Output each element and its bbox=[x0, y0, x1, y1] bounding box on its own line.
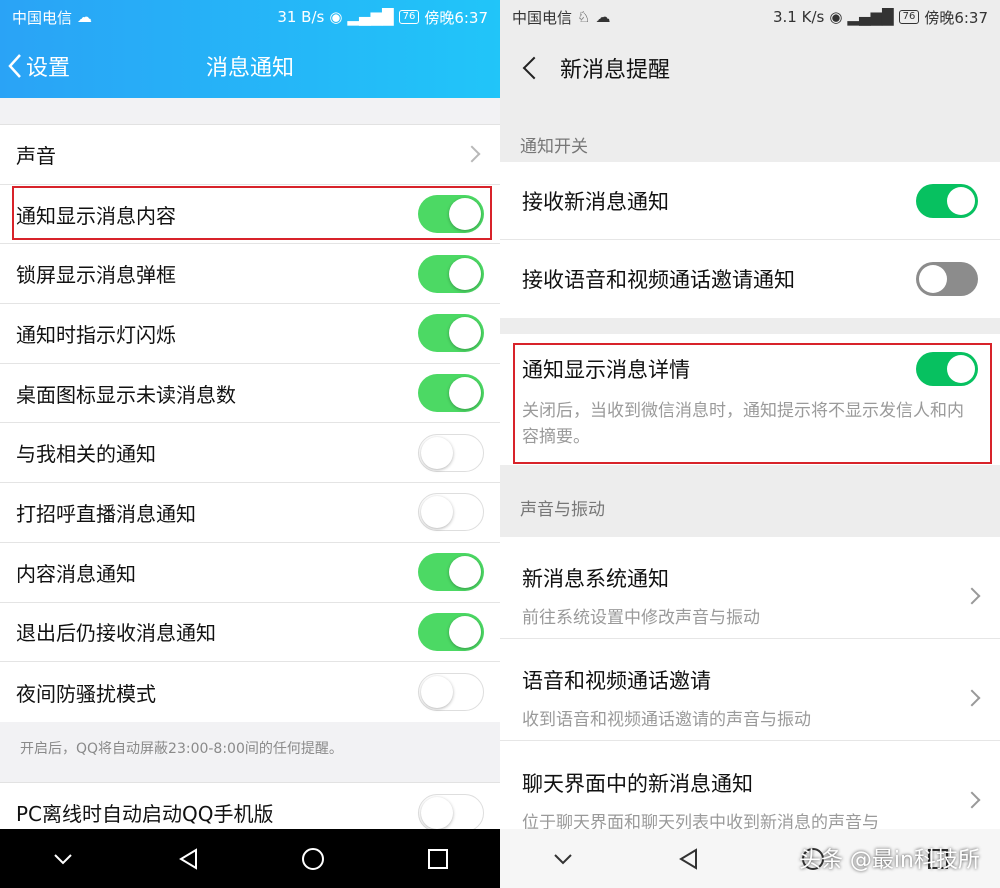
chevron-right-icon bbox=[963, 791, 981, 809]
settings-row-lockscreen-popup: 锁屏显示消息弹框 bbox=[0, 244, 500, 305]
android-nav-bar bbox=[0, 829, 500, 888]
watermark: 头条 @最in科技所 bbox=[798, 848, 980, 873]
toggle-switch[interactable] bbox=[916, 183, 978, 218]
back-triangle-icon[interactable] bbox=[668, 839, 708, 879]
status-bar: 中国电信 ☁ 31 B/s ◉ ▂▄▆█ 76 傍晚6:37 bbox=[0, 0, 500, 34]
toggle-switch[interactable] bbox=[418, 673, 484, 712]
home-circle-icon[interactable] bbox=[293, 839, 333, 879]
row-label: 内容消息通知 bbox=[16, 561, 136, 586]
row-title: 聊天界面中的新消息通知 bbox=[522, 771, 753, 796]
toggle-switch[interactable] bbox=[916, 262, 978, 296]
settings-row-receive-after-exit: 退出后仍接收消息通知 bbox=[0, 603, 500, 663]
settings-row-badge-count: 桌面图标显示未读消息数 bbox=[0, 364, 500, 424]
row-label: 接收新消息通知 bbox=[522, 189, 669, 214]
recents-square-icon[interactable] bbox=[418, 839, 458, 879]
page-title: 新消息提醒 bbox=[560, 58, 671, 83]
toggle-switch[interactable] bbox=[418, 374, 484, 413]
toggle-switch[interactable] bbox=[418, 433, 484, 472]
toggle-switch[interactable] bbox=[418, 612, 484, 651]
row-label: 打招呼直播消息通知 bbox=[16, 501, 196, 526]
chevron-right-icon bbox=[963, 587, 981, 604]
section-header-notify-switch: 通知开关 bbox=[520, 137, 588, 157]
row-subtitle: 前往系统设置中修改声音与振动 bbox=[522, 608, 760, 628]
toggle-switch[interactable] bbox=[418, 254, 484, 293]
row-label: 通知时指示灯闪烁 bbox=[16, 322, 176, 347]
wechat-header: 新消息提醒 bbox=[500, 34, 1000, 102]
row-label: PC离线时自动启动QQ手机版 bbox=[16, 802, 274, 827]
clock: 傍晚6:37 bbox=[924, 8, 988, 27]
wechat-settings-screen: 中国电信 ♘ ☁ 3.1 K/s ◉ ▂▄▆█ 76 傍晚6:37 新消息提醒 … bbox=[500, 0, 1000, 888]
row-label: 锁屏显示消息弹框 bbox=[16, 263, 176, 288]
chevron-left-icon bbox=[8, 54, 21, 78]
qq-header: 中国电信 ☁ 31 B/s ◉ ▂▄▆█ 76 傍晚6:37 设置 消息通知 bbox=[0, 0, 500, 98]
settings-row-voice-video: 接收语音和视频通话邀请通知 bbox=[500, 240, 1000, 318]
highlight-box bbox=[12, 186, 492, 240]
carrier-label: 中国电信 bbox=[512, 8, 573, 27]
signal-icon: ▂▄▆█ bbox=[347, 8, 394, 26]
back-button[interactable]: 设置 bbox=[8, 34, 70, 98]
cloud-icon: ☁ bbox=[77, 8, 93, 26]
cloud-icon: ☁ bbox=[595, 8, 611, 26]
row-subtitle: 收到语音和视频通话邀请的声音与振动 bbox=[522, 710, 811, 730]
qq-settings-screen: 中国电信 ☁ 31 B/s ◉ ▂▄▆█ 76 傍晚6:37 设置 消息通知 声… bbox=[0, 0, 500, 888]
eye-icon: ◉ bbox=[329, 8, 343, 26]
settings-row-content-notify: 内容消息通知 bbox=[0, 543, 500, 603]
toggle-switch[interactable] bbox=[418, 314, 484, 353]
settings-row-system-notify[interactable]: 新消息系统通知 前往系统设置中修改声音与振动 bbox=[500, 537, 1000, 639]
row-label: 夜间防骚扰模式 bbox=[16, 681, 156, 706]
back-arrow-icon[interactable] bbox=[522, 56, 546, 80]
toggle-switch[interactable] bbox=[418, 793, 484, 832]
wechat-sound-list: 新消息系统通知 前往系统设置中修改声音与振动 语音和视频通话邀请 收到语音和视频… bbox=[500, 537, 1000, 843]
status-bar: 中国电信 ♘ ☁ 3.1 K/s ◉ ▂▄▆█ 76 傍晚6:37 bbox=[500, 0, 1000, 34]
battery-icon: 76 bbox=[398, 10, 420, 24]
settings-row-chat-notify[interactable]: 聊天界面中的新消息通知 位于聊天界面和聊天列表中收到新消息的声音与 bbox=[500, 741, 1000, 843]
settings-row-related-notify: 与我相关的通知 bbox=[0, 423, 500, 484]
signal-icon: ▂▄▆█ bbox=[847, 8, 894, 26]
settings-row-call-invite[interactable]: 语音和视频通话邀请 收到语音和视频通话邀请的声音与振动 bbox=[500, 639, 1000, 741]
qq-penguin-icon: ♘ bbox=[577, 8, 591, 26]
wechat-switch-list: 接收新消息通知 接收语音和视频通话邀请通知 bbox=[500, 162, 1000, 318]
highlight-box bbox=[513, 343, 992, 464]
clock: 傍晚6:37 bbox=[424, 8, 488, 27]
network-speed: 3.1 K/s bbox=[773, 8, 825, 26]
page-title: 消息通知 bbox=[205, 56, 294, 81]
section-header-sound-vibration: 声音与振动 bbox=[520, 500, 605, 520]
settings-row-greeting-live: 打招呼直播消息通知 bbox=[0, 483, 500, 543]
row-title: 语音和视频通话邀请 bbox=[522, 669, 711, 693]
settings-row-receive-new: 接收新消息通知 bbox=[500, 162, 1000, 240]
network-speed: 31 B/s bbox=[277, 8, 325, 26]
chevron-right-icon bbox=[963, 689, 981, 706]
row-title: 新消息系统通知 bbox=[522, 567, 669, 591]
chevron-down-icon[interactable] bbox=[43, 839, 83, 879]
carrier-label: 中国电信 bbox=[12, 8, 73, 27]
back-triangle-icon[interactable] bbox=[168, 839, 208, 879]
row-label: 声音 bbox=[16, 143, 56, 168]
toggle-switch[interactable] bbox=[418, 553, 484, 592]
toggle-switch[interactable] bbox=[418, 493, 484, 532]
row-label: 退出后仍接收消息通知 bbox=[16, 621, 216, 646]
battery-icon: 76 bbox=[898, 10, 920, 24]
eye-icon: ◉ bbox=[829, 8, 843, 26]
row-label: 桌面图标显示未读消息数 bbox=[16, 382, 236, 407]
settings-row-led-blink: 通知时指示灯闪烁 bbox=[0, 304, 500, 364]
night-mode-note: 开启后，QQ将自动屏蔽23:00-8:00间的任何提醒。 bbox=[20, 740, 343, 757]
back-label: 设置 bbox=[26, 56, 71, 81]
settings-row-night-mode: 夜间防骚扰模式 bbox=[0, 662, 500, 722]
settings-row-sound[interactable]: 声音 bbox=[0, 125, 500, 185]
row-label: 接收语音和视频通话邀请通知 bbox=[522, 268, 795, 292]
chevron-down-icon[interactable] bbox=[543, 839, 583, 879]
chevron-right-icon bbox=[463, 145, 481, 163]
row-label: 与我相关的通知 bbox=[16, 442, 156, 467]
